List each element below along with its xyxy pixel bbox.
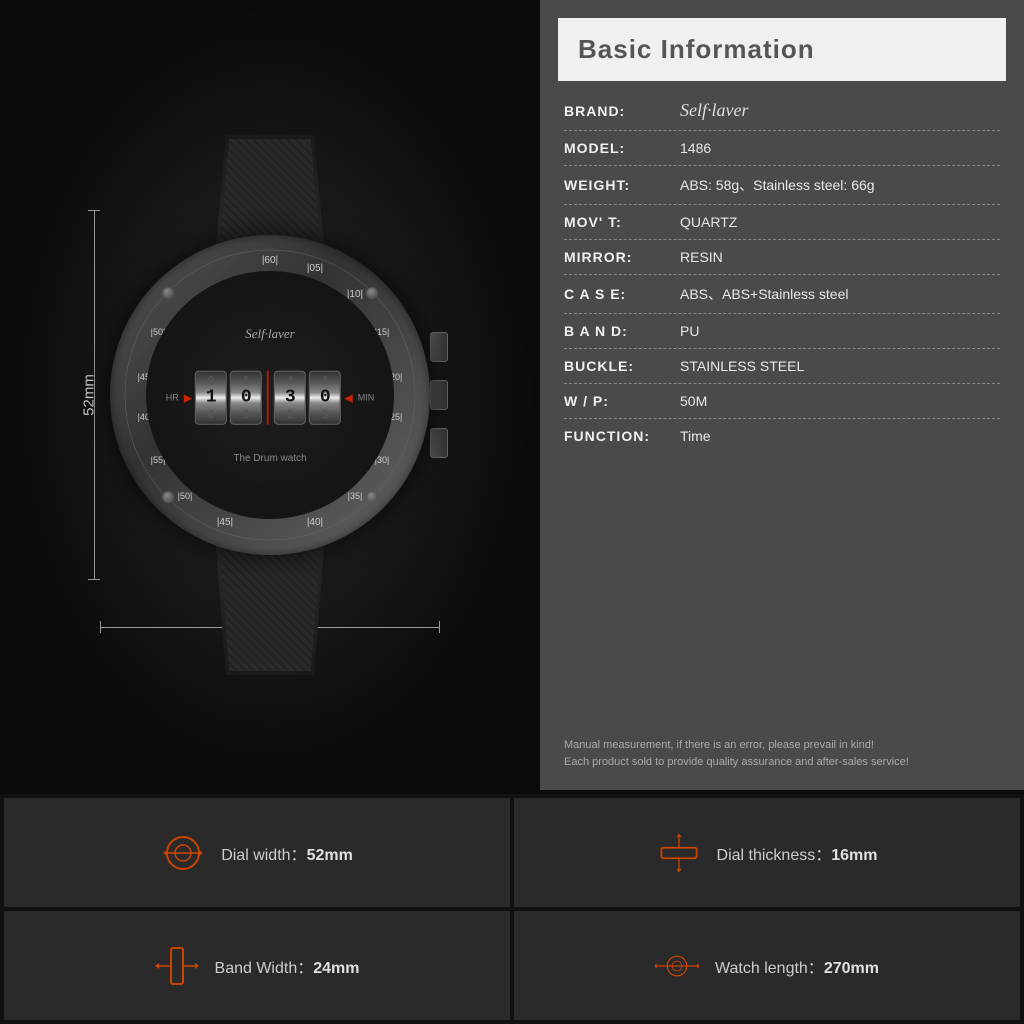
info-val-brand: Self·laver bbox=[680, 100, 748, 121]
drum-wheel-1: 9 1 0 bbox=[195, 371, 227, 425]
info-key-function: FUNCTION: bbox=[564, 428, 674, 444]
info-body: BRAND: Self·laver MODEL: 1486 WEIGHT: AB… bbox=[540, 81, 1024, 725]
svg-text:|50|: |50| bbox=[178, 491, 193, 501]
drum-wheel-2: 1 0 9 bbox=[230, 371, 262, 425]
watch-face: Self·laver HR ▶ 9 1 0 bbox=[146, 271, 394, 519]
side-btn-2 bbox=[430, 380, 448, 410]
watch-brand: Self·laver bbox=[245, 326, 294, 342]
svg-text:|35|: |35| bbox=[348, 491, 363, 501]
info-header: Basic Information bbox=[558, 18, 1006, 81]
info-val-case: ABS、ABS+Stainless steel bbox=[680, 284, 848, 304]
info-row-brand: BRAND: Self·laver bbox=[564, 91, 1000, 131]
band-width-icon bbox=[155, 944, 199, 988]
info-val-mirror: RESIN bbox=[680, 249, 723, 265]
info-row-buckle: BUCKLE: STAINLESS STEEL bbox=[564, 349, 1000, 384]
info-key-weight: WEIGHT: bbox=[564, 177, 674, 193]
info-row-model: MODEL: 1486 bbox=[564, 131, 1000, 166]
left-panel: 52mm 52mm bbox=[0, 0, 540, 790]
svg-text:|10|: |10| bbox=[347, 289, 363, 300]
info-row-movt: MOV' T: QUARTZ bbox=[564, 205, 1000, 240]
info-row-band: B A N D: PU bbox=[564, 314, 1000, 349]
info-key-movt: MOV' T: bbox=[564, 214, 674, 230]
info-row-mirror: MIRROR: RESIN bbox=[564, 240, 1000, 275]
side-btn-1 bbox=[430, 332, 448, 362]
info-val-movt: QUARTZ bbox=[680, 214, 737, 230]
info-title: Basic Information bbox=[578, 34, 815, 64]
info-val-buckle: STAINLESS STEEL bbox=[680, 358, 804, 374]
info-key-brand: BRAND: bbox=[564, 103, 674, 119]
spec-text-dial-width: Dial width：52mm bbox=[221, 841, 353, 865]
dial-thickness-icon bbox=[657, 831, 701, 875]
drum-display: HR ▶ 9 1 0 1 0 9 bbox=[166, 371, 374, 425]
spec-text-band-width: Band Width：24mm bbox=[215, 954, 360, 978]
info-val-weight: ABS: 58g、Stainless steel: 66g bbox=[680, 175, 875, 195]
min-label: MIN bbox=[358, 393, 375, 403]
info-val-band: PU bbox=[680, 323, 699, 339]
info-key-model: MODEL: bbox=[564, 140, 674, 156]
footer-line2: Each product sold to provide quality ass… bbox=[564, 754, 1000, 772]
info-key-wp: W / P: bbox=[564, 393, 674, 409]
info-row-function: FUNCTION: Time bbox=[564, 419, 1000, 453]
drum-separator bbox=[267, 371, 269, 425]
screw-bl bbox=[162, 491, 174, 503]
svg-text:|45|: |45| bbox=[217, 517, 233, 528]
drum-subtitle: The Drum watch bbox=[233, 453, 306, 464]
screw-tl bbox=[162, 287, 174, 299]
info-row-weight: WEIGHT: ABS: 58g、Stainless steel: 66g bbox=[564, 166, 1000, 205]
footer-line1: Manual measurement, if there is an error… bbox=[564, 737, 1000, 755]
info-key-band: B A N D: bbox=[564, 323, 674, 339]
spec-cell-watch-length: Watch length：270mm bbox=[514, 911, 1020, 1020]
hr-arrow: ▶ bbox=[184, 391, 192, 404]
right-panel: Basic Information BRAND: Self·laver MODE… bbox=[540, 0, 1024, 790]
screw-br bbox=[366, 491, 378, 503]
side-buttons bbox=[430, 332, 448, 458]
svg-text:|05|: |05| bbox=[307, 263, 323, 274]
info-val-wp: 50M bbox=[680, 393, 707, 409]
spec-text-watch-length: Watch length：270mm bbox=[715, 954, 879, 978]
spec-cell-dial-width: Dial width：52mm bbox=[4, 798, 510, 907]
min-arrow: ◀ bbox=[344, 391, 352, 404]
info-val-function: Time bbox=[680, 428, 711, 444]
watch-length-icon bbox=[655, 944, 699, 988]
watch-svg: |60| |05| |10| |15| |20| |25| |30| |35| … bbox=[90, 155, 450, 635]
info-row-wp: W / P: 50M bbox=[564, 384, 1000, 419]
info-key-mirror: MIRROR: bbox=[564, 249, 674, 265]
info-key-buckle: BUCKLE: bbox=[564, 358, 674, 374]
bottom-spec-bar: Dial width：52mm Dial thickness：16mm bbox=[0, 794, 1024, 1024]
watch-body: |60| |05| |10| |15| |20| |25| |30| |35| … bbox=[110, 235, 430, 555]
info-key-case: C A S E: bbox=[564, 286, 674, 302]
bezel-outer: |60| |05| |10| |15| |20| |25| |30| |35| … bbox=[110, 235, 430, 555]
drum-wheel-3: 4 3 2 bbox=[274, 371, 306, 425]
screw-tr bbox=[366, 287, 378, 299]
strap-bottom bbox=[215, 535, 325, 675]
info-footer: Manual measurement, if there is an error… bbox=[540, 725, 1024, 790]
side-btn-3 bbox=[430, 428, 448, 458]
drum-wheel-4: 1 0 9 bbox=[309, 371, 341, 425]
svg-text:|40|: |40| bbox=[307, 517, 323, 528]
watch-container: 52mm 52mm bbox=[60, 105, 480, 685]
info-val-model: 1486 bbox=[680, 140, 711, 156]
spec-text-dial-thickness: Dial thickness：16mm bbox=[717, 841, 878, 865]
dial-width-icon bbox=[161, 831, 205, 875]
main-layout: 52mm 52mm bbox=[0, 0, 1024, 790]
spec-cell-band-width: Band Width：24mm bbox=[4, 911, 510, 1020]
hr-label: HR bbox=[166, 393, 179, 403]
svg-text:|60|: |60| bbox=[262, 255, 278, 266]
info-row-case: C A S E: ABS、ABS+Stainless steel bbox=[564, 275, 1000, 314]
spec-cell-dial-thickness: Dial thickness：16mm bbox=[514, 798, 1020, 907]
